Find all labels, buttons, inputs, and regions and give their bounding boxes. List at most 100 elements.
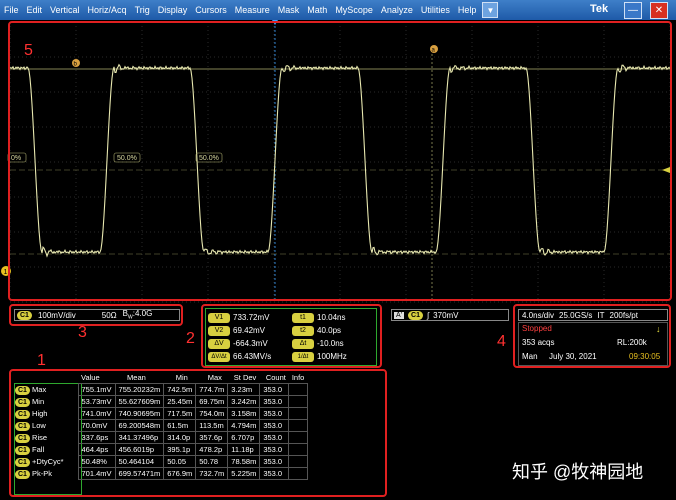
measurement-max: 754.0m — [195, 407, 229, 420]
channel-scale: 100mV/div — [37, 310, 76, 320]
cursor-v1-row: V1 733.72mV — [208, 311, 271, 324]
menu-display[interactable]: Display — [154, 5, 192, 15]
horizontal-readout[interactable]: 4.0ns/div 25.0GS/s IT 200fs/pt — [518, 309, 668, 321]
cursor-dv-tag: ΔV — [208, 338, 230, 349]
minimize-button[interactable]: — — [624, 2, 642, 19]
measurement-mean: 740.90695m — [114, 407, 165, 420]
measurement-mean: 755.20232m — [114, 383, 165, 396]
menu-dropdown-icon[interactable]: ▼ — [482, 2, 499, 18]
measurement-max: 478.2p — [195, 443, 229, 456]
trigger-indicator-icon: ↓ — [656, 324, 661, 334]
measurement-count: 353.0 — [259, 467, 290, 480]
measurement-name: Rise — [32, 432, 48, 442]
header-stdev: St Dev — [233, 373, 257, 382]
measurement-stdev: 11.18p — [227, 443, 261, 456]
cursor-dvdt-value: 66.43MV/s — [233, 352, 272, 361]
measurement-row-high[interactable]: C1 High 741.0mV 740.90695m 717.5m 754.0m… — [12, 407, 308, 420]
watermark: 知乎 @牧神园地 — [512, 462, 644, 482]
menu-file[interactable]: File — [0, 5, 23, 15]
cursor-v2-tag: V2 — [208, 325, 230, 336]
measurement-channel-tag: C1 — [15, 409, 30, 419]
annotation-2: 2 — [186, 330, 195, 347]
measurement-channel-tag: C1 — [15, 385, 30, 395]
measurement-value: 337.6ps — [77, 431, 116, 444]
close-button[interactable]: ✕ — [650, 2, 668, 19]
menu-math[interactable]: Math — [303, 5, 331, 15]
measurement-info — [288, 395, 308, 408]
measurement-name: Min — [32, 396, 45, 406]
measurement-max: 774.7m — [195, 383, 229, 396]
acq-mode: IT — [597, 310, 605, 320]
measurement-min: 25.45m — [163, 395, 197, 408]
header-value: Value — [81, 373, 100, 382]
measurement-max: 357.6p — [195, 431, 229, 444]
measurement-info — [288, 431, 308, 444]
cursor-t2-row: t2 40.0ps — [292, 324, 347, 337]
acquisition-status[interactable]: Stopped ↓ 353 acqs RL:200k Man July 30, … — [518, 322, 668, 366]
measurement-stdev: 3.242m — [227, 395, 261, 408]
header-max: Max — [207, 373, 222, 382]
header-info: Info — [291, 373, 305, 382]
measurement-info — [288, 467, 308, 480]
trigger-readout[interactable]: A' C1 ∫ 370mV — [391, 309, 509, 321]
measurement-row-rise[interactable]: C1 Rise 337.6ps 341.37496p 314.0p 357.6p… — [12, 431, 308, 444]
measurement-info — [288, 383, 308, 396]
channel-readout[interactable]: C1 100mV/div 50Ω BW:4.0G — [14, 309, 180, 321]
measurement-value: 70.0mV — [77, 419, 116, 432]
menu-measure[interactable]: Measure — [231, 5, 274, 15]
measurement-count: 353.0 — [259, 443, 290, 456]
cursor-dv-value: -664.3mV — [233, 339, 268, 348]
measurement-row-duty-cycle[interactable]: C1 +DtyCyc* 50.48% 50.464104 50.05 50.78… — [12, 455, 308, 468]
measurement-row-fall[interactable]: C1 Fall 464.4ps 456.6019p 395.1p 478.2p … — [12, 443, 308, 456]
measurement-value: 464.4ps — [77, 443, 116, 456]
menu-help[interactable]: Help — [454, 5, 481, 15]
trigger-mode: Man — [522, 352, 538, 361]
measurement-channel-tag: C1 — [15, 445, 30, 455]
brand-logo: Tek — [590, 3, 609, 15]
measurement-min: 395.1p — [163, 443, 197, 456]
measurement-stdev: 3.23m — [227, 383, 261, 396]
menu-mask[interactable]: Mask — [274, 5, 304, 15]
measurement-table[interactable]: Value Mean Min Max St Dev Count Info C1 … — [12, 372, 308, 480]
measurement-min: 676.9m — [163, 467, 197, 480]
measurement-max: 50.78 — [195, 455, 229, 468]
cursor-dt-tag: Δt — [292, 338, 314, 349]
measurement-channel-tag: C1 — [15, 433, 30, 443]
measurement-mean: 456.6019p — [114, 443, 165, 456]
menu-analyze[interactable]: Analyze — [377, 5, 417, 15]
acq-status: Stopped — [522, 324, 552, 333]
measurement-row-max[interactable]: C1 Max 755.1mV 755.20232m 742.5m 774.7m … — [12, 383, 308, 396]
menu-horiz-acq[interactable]: Horiz/Acq — [84, 5, 131, 15]
cursor-v2-value: 69.42mV — [233, 326, 266, 335]
measurement-name: High — [32, 408, 48, 418]
acq-time: 09:30:05 — [629, 352, 661, 361]
menu-cursors[interactable]: Cursors — [191, 5, 231, 15]
menu-myscope[interactable]: MyScope — [331, 5, 377, 15]
measurement-mean: 50.464104 — [114, 455, 165, 468]
measurement-row-pk-pk[interactable]: C1 Pk-Pk 701.4mV 699.57471m 676.9m 732.7… — [12, 467, 308, 480]
measurement-channel-tag: C1 — [15, 421, 30, 431]
channel-bandwidth: BW:4.0G — [122, 309, 153, 321]
channel-ground-marker-label: 1 — [4, 269, 8, 276]
header-min: Min — [175, 373, 188, 382]
cursor-invdt-row: 1/Δt 100MHz — [292, 350, 347, 363]
trigger-level: 370mV — [433, 310, 459, 320]
measurement-name: Fall — [32, 444, 45, 454]
measurement-count: 353.0 — [259, 383, 290, 396]
cursor-dvdt-tag: ΔV/Δt — [208, 351, 230, 362]
menu-utilities[interactable]: Utilities — [417, 5, 454, 15]
measurement-min: 314.0p — [163, 431, 197, 444]
cursor-dvdt-row: ΔV/Δt 66.43MV/s — [208, 350, 271, 363]
measurement-value: 701.4mV — [77, 467, 116, 480]
menu-edit[interactable]: Edit — [23, 5, 47, 15]
measurement-name: Max — [32, 384, 47, 394]
measurement-row-min[interactable]: C1 Min 53.73mV 55.627609m 25.45m 69.75m … — [12, 395, 308, 408]
measurement-count: 353.0 — [259, 455, 290, 468]
measurement-channel-tag: C1 — [15, 469, 30, 479]
measurement-stdev: 5.225m — [227, 467, 261, 480]
acq-date: July 30, 2021 — [549, 352, 597, 361]
record-length: RL:200k — [617, 338, 647, 347]
menu-vertical[interactable]: Vertical — [46, 5, 84, 15]
measurement-row-low[interactable]: C1 Low 70.0mV 69.200548m 61.5m 113.5m 4.… — [12, 419, 308, 432]
menu-trig[interactable]: Trig — [131, 5, 154, 15]
